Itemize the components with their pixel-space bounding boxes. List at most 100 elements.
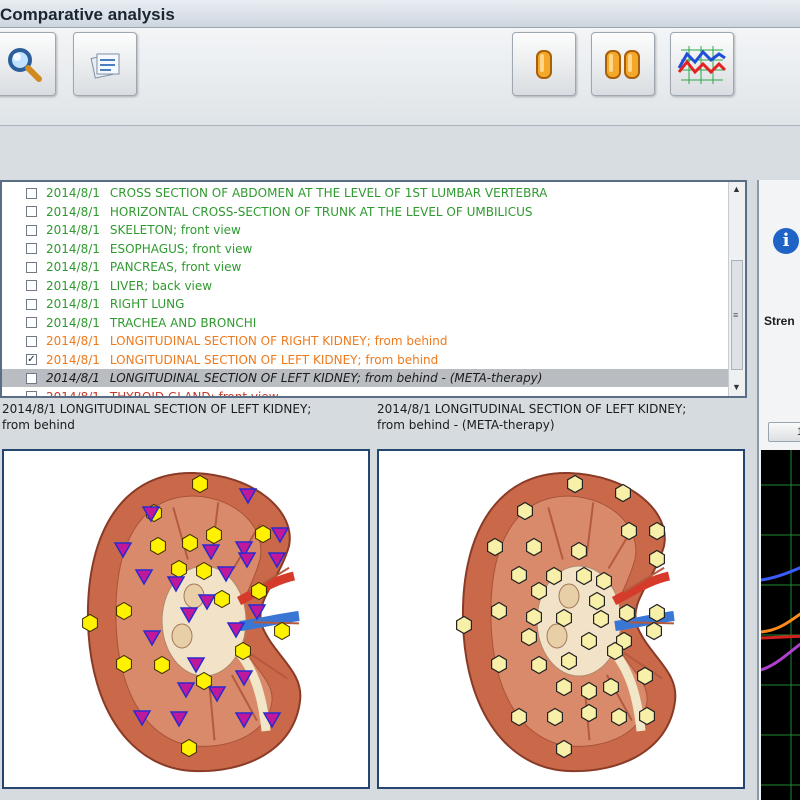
- marker-hexagon: [455, 615, 473, 635]
- marker-hexagon: [214, 589, 230, 609]
- marker-hexagon: [581, 703, 597, 723]
- list-item-checkbox[interactable]: [26, 261, 37, 273]
- list-item[interactable]: ✓ 2014/8/1 LONGITUDINAL SECTION OF LEFT KI…: [2, 351, 728, 369]
- single-bar-button[interactable]: [512, 32, 576, 96]
- info-icon[interactable]: i: [773, 228, 799, 254]
- right-image-caption: 2014/8/1 LONGITUDINAL SECTION OF LEFT KI…: [377, 401, 686, 433]
- marker-hexagon: [192, 474, 208, 494]
- list-item-checkbox[interactable]: [26, 224, 37, 236]
- side-button[interactable]: 1: [768, 422, 800, 442]
- list-item-date: 2014/8/1: [46, 297, 100, 311]
- list-item-checkbox[interactable]: [26, 243, 37, 254]
- marker-hexagon: [649, 549, 665, 569]
- list-item-checkbox[interactable]: [26, 298, 37, 310]
- list-item-label: LIVER; back view: [109, 278, 213, 293]
- list-item[interactable]: 2014/8/1 LIVER; back view: [2, 277, 728, 295]
- double-bar-button[interactable]: [591, 32, 655, 96]
- list-item-label: SKELETON; front view: [109, 223, 241, 237]
- marker-hexagon: [637, 666, 653, 686]
- list-item-checkbox[interactable]: ✓: [26, 354, 37, 365]
- list-item-checkbox[interactable]: [26, 335, 37, 347]
- list-item-checkbox[interactable]: [26, 187, 37, 199]
- left-kidney-image[interactable]: [2, 449, 370, 789]
- marker-hexagon: [649, 603, 665, 623]
- marker-hexagon: [526, 537, 542, 557]
- strength-label: Stren: [764, 314, 795, 328]
- marker-hexagon: [511, 707, 527, 727]
- list-item[interactable]: 2014/8/1 THYROID GLAND; front view: [2, 388, 728, 398]
- marker-hexagon: [154, 655, 170, 675]
- marker-hexagon: [251, 581, 267, 601]
- marker-hexagon: [181, 738, 197, 758]
- caption-line: 2014/8/1 LONGITUDINAL SECTION OF LEFT KI…: [377, 402, 687, 416]
- list-item[interactable]: 2014/8/1 LONGITUDINAL SECTION OF LEFT KID…: [2, 369, 728, 387]
- list-item-date: 2014/8/1: [46, 260, 100, 274]
- trend-graph: [760, 450, 800, 800]
- list-item[interactable]: 2014/8/1 HORIZONTAL CROSS-SECTION OF TRUN…: [2, 203, 728, 221]
- marker-hexagon: [274, 621, 290, 641]
- marker-hexagon: [567, 474, 583, 494]
- marker-hexagon: [547, 707, 563, 727]
- graph-chart-button[interactable]: [670, 32, 734, 96]
- caption-line: 2014/8/1 LONGITUDINAL SECTION OF LEFT KI…: [2, 402, 312, 416]
- marker-hexagon: [116, 654, 132, 674]
- list-item[interactable]: 2014/8/1 PANCREAS, front view: [2, 258, 728, 276]
- marker-hexagon: [116, 601, 132, 621]
- list-item-label: CROSS SECTION OF ABDOMEN AT THE LEVEL OF…: [109, 186, 548, 200]
- list-item[interactable]: 2014/8/1 CROSS SECTION OF ABDOMEN AT THE …: [2, 184, 728, 202]
- list-item[interactable]: 2014/8/1 LONGITUDINAL SECTION OF RIGHT KI…: [2, 332, 728, 350]
- window-title: Comparative analysis: [0, 5, 175, 24]
- list-item-date: 2014/8/1: [46, 334, 100, 348]
- list-item-label: LONGITUDINAL SECTION OF LEFT KIDNEY; fro…: [109, 371, 543, 385]
- marker-hexagon: [171, 559, 187, 579]
- analysis-list[interactable]: 2014/8/1 CROSS SECTION OF ABDOMEN AT THE …: [0, 180, 747, 398]
- marker-hexagon: [182, 533, 198, 553]
- list-item-checkbox[interactable]: [26, 317, 37, 328]
- list-item-label: RIGHT LUNG: [109, 297, 185, 311]
- list-item-label: LONGITUDINAL SECTION OF LEFT KIDNEY; fro…: [109, 352, 439, 367]
- list-item-date: 2014/8/1: [46, 223, 100, 237]
- list-item[interactable]: 2014/8/1 TRACHEA AND BRONCHI: [2, 314, 728, 332]
- search-button[interactable]: [0, 32, 56, 96]
- single-bar-icon: [536, 50, 552, 79]
- left-image-caption: 2014/8/1 LONGITUDINAL SECTION OF LEFT KI…: [2, 401, 311, 433]
- title-bar: Comparative analysis: [0, 0, 800, 28]
- notes-icon: [90, 53, 120, 79]
- marker-hexagon: [150, 536, 166, 556]
- calyx: [558, 583, 580, 609]
- list-item-checkbox[interactable]: [26, 372, 37, 384]
- list-item[interactable]: 2014/8/1 SKELETON; front view: [2, 221, 728, 239]
- scroll-up-icon[interactable]: ▲: [732, 184, 741, 194]
- marker-hexagon: [561, 651, 577, 671]
- list-item-checkbox[interactable]: [26, 206, 37, 217]
- scroll-down-icon[interactable]: ▼: [732, 382, 741, 392]
- spacer-strip: [0, 127, 800, 179]
- marker-hexagon: [621, 521, 637, 541]
- marker-hexagon: [490, 654, 508, 674]
- marker-hexagon: [596, 571, 612, 591]
- list-item-checkbox[interactable]: [26, 280, 37, 291]
- marker-hexagon: [589, 591, 605, 611]
- list-item-label: THYROID GLAND; front view: [109, 389, 279, 398]
- marker-hexagon: [511, 565, 527, 585]
- calyx: [171, 623, 193, 649]
- marker-hexagon: [646, 621, 662, 641]
- list-item-label: TRACHEA AND BRONCHI: [109, 315, 257, 330]
- list-item[interactable]: 2014/8/1 ESOPHAGUS; front view: [2, 240, 728, 258]
- marker-hexagon: [649, 521, 665, 541]
- list-item-date: 2014/8/1: [46, 315, 100, 330]
- list-item-label: ESOPHAGUS; front view: [109, 241, 253, 256]
- notes-button[interactable]: [73, 32, 137, 96]
- list-item-date: 2014/8/1: [46, 352, 100, 367]
- kidney-illustration: [455, 471, 677, 773]
- list-item[interactable]: 2014/8/1 RIGHT LUNG: [2, 295, 728, 313]
- right-kidney-image[interactable]: [377, 449, 745, 789]
- list-item-label: PANCREAS, front view: [109, 260, 242, 274]
- right-side-panel: i Stren 1: [757, 180, 800, 800]
- list-item-date: 2014/8/1: [46, 241, 100, 256]
- list-scrollbar[interactable]: ▲ ≡ ▼: [728, 182, 745, 396]
- list-item-date: 2014/8/1: [46, 204, 100, 219]
- list-item-date: 2014/8/1: [46, 389, 100, 398]
- kidney-illustration: [82, 471, 302, 773]
- list-item-checkbox[interactable]: [26, 391, 37, 396]
